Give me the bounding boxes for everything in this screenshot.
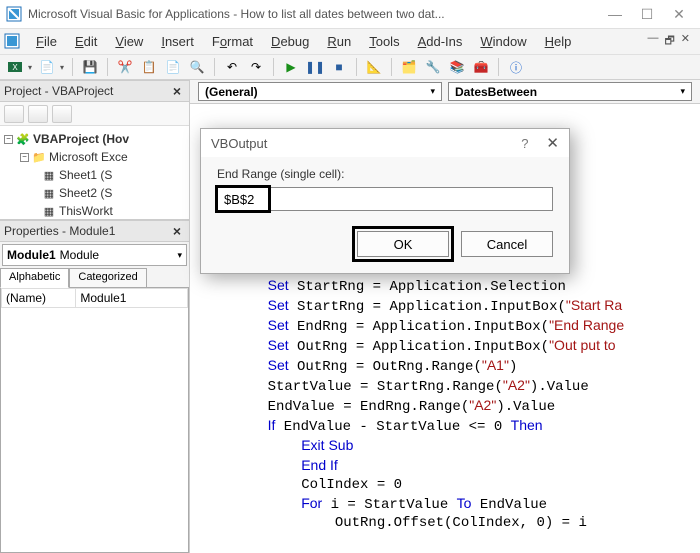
help-icon[interactable]: ⓘ [507, 58, 525, 76]
project-panel-title: Project - VBAProject [4, 84, 169, 98]
break-icon[interactable]: ❚❚ [306, 58, 324, 76]
dropdown-arrow-icon: ▾ [430, 86, 435, 97]
menu-edit[interactable]: Edit [67, 31, 105, 52]
project-tree[interactable]: − 🧩 VBAProject (Hov − 📁 Microsoft Exce ▦… [0, 126, 189, 220]
find-icon[interactable]: 🔍 [188, 58, 206, 76]
menu-help[interactable]: Help [537, 31, 580, 52]
properties-icon[interactable]: 🔧 [424, 58, 442, 76]
view-excel-icon[interactable]: X [6, 58, 24, 76]
menu-format[interactable]: Format [204, 31, 261, 52]
project-explorer-icon[interactable]: 🗂️ [400, 58, 418, 76]
maximize-button[interactable]: ☐ [640, 6, 654, 23]
tree-thisworkbook[interactable]: ▦ ThisWorkt [4, 202, 185, 220]
procedure-dropdown[interactable]: DatesBetween ▾ [448, 82, 692, 101]
menu-run[interactable]: Run [319, 31, 359, 52]
window-title: Microsoft Visual Basic for Applications … [28, 7, 608, 21]
range-input[interactable] [217, 187, 553, 211]
menu-view[interactable]: View [107, 31, 151, 52]
cancel-button[interactable]: Cancel [461, 231, 553, 257]
cut-icon[interactable]: ✂️ [116, 58, 134, 76]
insert-module-icon[interactable]: 📄 [38, 58, 56, 76]
collapse-icon[interactable]: − [4, 135, 13, 144]
dropdown-arrow-icon: ▾ [177, 250, 182, 261]
project-toolbar [0, 102, 189, 126]
view-object-icon[interactable] [28, 105, 48, 123]
menu-bar: File Edit View Insert Format Debug Run T… [0, 28, 700, 54]
mdi-minimize[interactable]: — [647, 32, 658, 51]
tree-root[interactable]: − 🧩 VBAProject (Hov [4, 130, 185, 148]
menu-addins[interactable]: Add-Ins [410, 31, 471, 52]
minimize-button[interactable]: — [608, 6, 622, 23]
tree-folder[interactable]: − 📁 Microsoft Exce [4, 148, 185, 166]
reset-icon[interactable]: ■ [330, 58, 348, 76]
mdi-system-icon[interactable] [4, 33, 22, 51]
copy-icon[interactable]: 📋 [140, 58, 158, 76]
toolbox-icon[interactable]: 🧰 [472, 58, 490, 76]
tree-sheet1[interactable]: ▦ Sheet1 (S [4, 166, 185, 184]
sheet-icon: ▦ [42, 168, 56, 182]
design-mode-icon[interactable]: 📐 [365, 58, 383, 76]
ok-button[interactable]: OK [357, 231, 449, 257]
properties-panel-title: Properties - Module1 [4, 224, 169, 238]
dialog-title: VBOutput [211, 136, 521, 151]
title-bar: Microsoft Visual Basic for Applications … [0, 0, 700, 28]
mdi-close[interactable]: ✕ [681, 32, 690, 51]
dialog-close-icon[interactable]: ✕ [546, 134, 559, 152]
inputbox-dialog: VBOutput ? ✕ End Range (single cell): OK… [200, 128, 570, 274]
tree-sheet2[interactable]: ▦ Sheet2 (S [4, 184, 185, 202]
project-panel-close-icon[interactable]: × [169, 83, 185, 99]
close-button[interactable]: ✕ [672, 6, 686, 23]
dropdown-arrow-icon: ▾ [680, 86, 685, 97]
menu-file[interactable]: File [28, 31, 65, 52]
object-dropdown[interactable]: (General) ▾ [198, 82, 442, 101]
properties-object-dropdown[interactable]: Module1 Module ▾ [2, 244, 187, 266]
properties-panel-close-icon[interactable]: × [169, 223, 185, 239]
menu-debug[interactable]: Debug [263, 31, 317, 52]
workbook-icon: ▦ [42, 204, 56, 218]
folder-icon: 📁 [32, 150, 46, 164]
project-icon: 🧩 [16, 132, 30, 146]
svg-text:X: X [12, 63, 18, 72]
standard-toolbar: X▾ 📄▾ 💾 ✂️ 📋 📄 🔍 ↶ ↷ ▶ ❚❚ ■ 📐 🗂️ 🔧 📚 🧰 ⓘ [0, 54, 700, 80]
object-browser-icon[interactable]: 📚 [448, 58, 466, 76]
run-icon[interactable]: ▶ [282, 58, 300, 76]
paste-icon[interactable]: 📄 [164, 58, 182, 76]
property-row: (Name) Module1 [2, 289, 188, 308]
vba-app-icon [6, 6, 22, 22]
menu-insert[interactable]: Insert [153, 31, 202, 52]
dialog-help-icon[interactable]: ? [521, 136, 528, 151]
menu-window[interactable]: Window [472, 31, 534, 52]
collapse-icon[interactable]: − [20, 153, 29, 162]
view-code-icon[interactable] [4, 105, 24, 123]
properties-grid[interactable]: (Name) Module1 [0, 287, 189, 553]
tab-alphabetic[interactable]: Alphabetic [0, 268, 69, 288]
dialog-label: End Range (single cell): [217, 167, 553, 181]
toggle-folders-icon[interactable] [52, 105, 72, 123]
mdi-restore[interactable]: 🗗 [664, 32, 674, 51]
menu-tools[interactable]: Tools [361, 31, 407, 52]
tab-categorized[interactable]: Categorized [69, 268, 146, 288]
redo-icon[interactable]: ↷ [247, 58, 265, 76]
save-icon[interactable]: 💾 [81, 58, 99, 76]
sheet-icon: ▦ [42, 186, 56, 200]
undo-icon[interactable]: ↶ [223, 58, 241, 76]
